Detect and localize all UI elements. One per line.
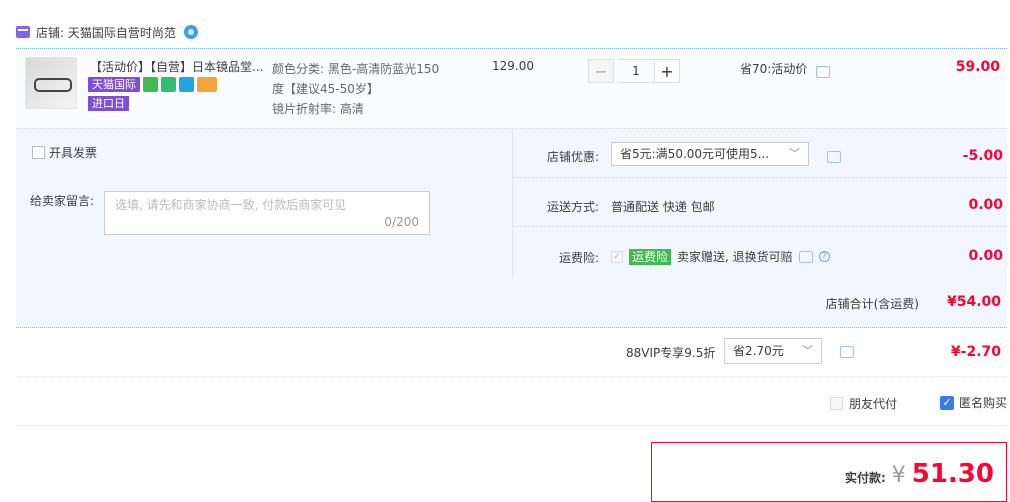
sku-info: 颜色分类: 黑色-高清防蓝光150 度【建议45-50岁】 镜片折射率: 高清 [272, 59, 462, 119]
card-payment-icon [197, 77, 217, 92]
insurance-checkbox: ✓ [611, 250, 623, 263]
decrease-button[interactable]: − [588, 59, 614, 83]
product-title[interactable]: 【活动价】【自营】日本镜品堂... [90, 58, 270, 75]
payment-summary: 实付款: ¥ 51.30 [651, 442, 1007, 502]
seven-day-return-icon [161, 77, 176, 92]
currency-symbol: ¥ [891, 463, 906, 488]
shop-discount-row: 店铺优惠: 省5元:满50.00元可使用5... ﹀ -5.00 [513, 129, 1007, 178]
chevron-down-icon: ﹀ [789, 147, 800, 160]
increase-button[interactable]: + [654, 59, 680, 83]
shop-discount-label: 店铺优惠: [546, 150, 599, 164]
payment-total: 实付款: ¥ 51.30 [845, 459, 994, 489]
tmall-global-tag: 天猫国际 [88, 77, 140, 92]
item-subtotal: 59.00 [955, 59, 1000, 75]
vip-value: 省2.70元 [733, 344, 784, 358]
vip-amount: ¥-2.70 [950, 344, 1001, 360]
product-thumbnail[interactable] [25, 57, 77, 109]
friend-pay-option[interactable]: 朋友代付 [830, 395, 897, 412]
shop-total-label: 店铺合计(含运费) [825, 297, 919, 311]
insurance-tag: 运费险 [629, 248, 672, 265]
comment-icon[interactable] [816, 66, 830, 78]
quantity-stepper: − 1 + [588, 59, 680, 83]
payment-options-row: 朋友代付 ✓ 匿名购买 [16, 377, 1007, 426]
invoice-checkbox[interactable] [32, 146, 45, 159]
insurance-row: 运费险: ✓ 运费险 卖家赠送, 退换货可赔 ? 0.00 [513, 227, 1007, 276]
message-label: 给卖家留言: [30, 194, 95, 208]
shipping-label: 运送方式: [546, 200, 599, 214]
help-icon[interactable]: ? [818, 251, 830, 262]
shop-icon [16, 26, 30, 38]
shipping-row: 运送方式: 普通配送 快递 包邮 0.00 [513, 178, 1007, 227]
shop-total-amount: ¥54.00 [946, 294, 1001, 310]
guarantee-icon [179, 77, 194, 92]
wangwang-chat-icon[interactable] [183, 25, 198, 39]
item-row: 【活动价】【自营】日本镜品堂... 天猫国际 进口日 颜色分类: 黑色-高清防蓝… [16, 49, 1007, 129]
sku-color: 颜色分类: 黑色-高清防蓝光150 [272, 62, 440, 76]
anonymous-label: 匿名购买 [959, 396, 1008, 410]
comment-icon[interactable] [840, 346, 854, 358]
quantity-input[interactable]: 1 [618, 59, 654, 83]
unit-price: 129.00 [492, 59, 534, 73]
comment-icon[interactable] [827, 151, 841, 163]
sku-lens: 镜片折射率: 高清 [272, 102, 364, 116]
shop-header: 店铺: 天猫国际自营时尚范 [16, 22, 198, 42]
new-badge-icon [143, 77, 158, 92]
insurance-label: 运费险: [558, 251, 599, 265]
import-day-tag: 进口日 [88, 96, 129, 111]
message-input[interactable]: 选填, 请先和商家协商一致, 付款后商家可见 0/200 [104, 191, 430, 235]
invoice-label: 开具发票 [49, 146, 98, 160]
order-block: 【活动价】【自营】日本镜品堂... 天猫国际 进口日 颜色分类: 黑色-高清防蓝… [16, 48, 1007, 328]
shop-discount-value: 省5元:满50.00元可使用5... [620, 147, 770, 161]
payment-amount: 51.30 [911, 459, 994, 489]
friend-pay-label: 朋友代付 [849, 397, 898, 411]
message-placeholder: 选填, 请先和商家协商一致, 付款后商家可见 [115, 198, 347, 212]
vip-label: 88VIP专享9.5折 [626, 346, 716, 360]
anonymous-checkbox[interactable]: ✓ [940, 395, 954, 410]
vip-discount-row: 88VIP专享9.5折 省2.70元 ﹀ ¥-2.70 [16, 328, 1007, 377]
friend-pay-checkbox[interactable] [830, 397, 843, 410]
comment-icon[interactable] [798, 250, 813, 263]
shop-discount-amount: -5.00 [962, 148, 1003, 164]
insurance-detail: ✓ 运费险 卖家赠送, 退换货可赔 ? [611, 248, 830, 265]
promo-note: 省70:活动价 [740, 62, 808, 76]
insurance-amount: 0.00 [968, 248, 1003, 264]
insurance-desc: 卖家赠送, 退换货可赔 [677, 250, 793, 264]
buyer-options: 开具发票 给卖家留言: 选填, 请先和商家协商一致, 付款后商家可见 0/200 [16, 129, 513, 277]
payment-label: 实付款: [844, 471, 886, 485]
message-counter: 0/200 [384, 215, 419, 229]
vip-select[interactable]: 省2.70元 ﹀ [724, 338, 822, 364]
shipping-method: 普通配送 快递 包邮 [611, 200, 715, 214]
shop-discount-select[interactable]: 省5元:满50.00元可使用5... ﹀ [611, 142, 809, 166]
anonymous-option[interactable]: ✓ 匿名购买 [940, 394, 1007, 411]
invoice-option[interactable]: 开具发票 [32, 144, 97, 161]
sku-degree: 度【建议45-50岁】 [272, 82, 379, 96]
product-tags: 天猫国际 [88, 77, 217, 92]
shop-total-row: 店铺合计(含运费) ¥54.00 [16, 277, 1007, 327]
chevron-down-icon: ﹀ [802, 344, 813, 357]
shop-name[interactable]: 店铺: 天猫国际自营时尚范 [36, 24, 176, 41]
shipping-amount: 0.00 [968, 197, 1003, 213]
